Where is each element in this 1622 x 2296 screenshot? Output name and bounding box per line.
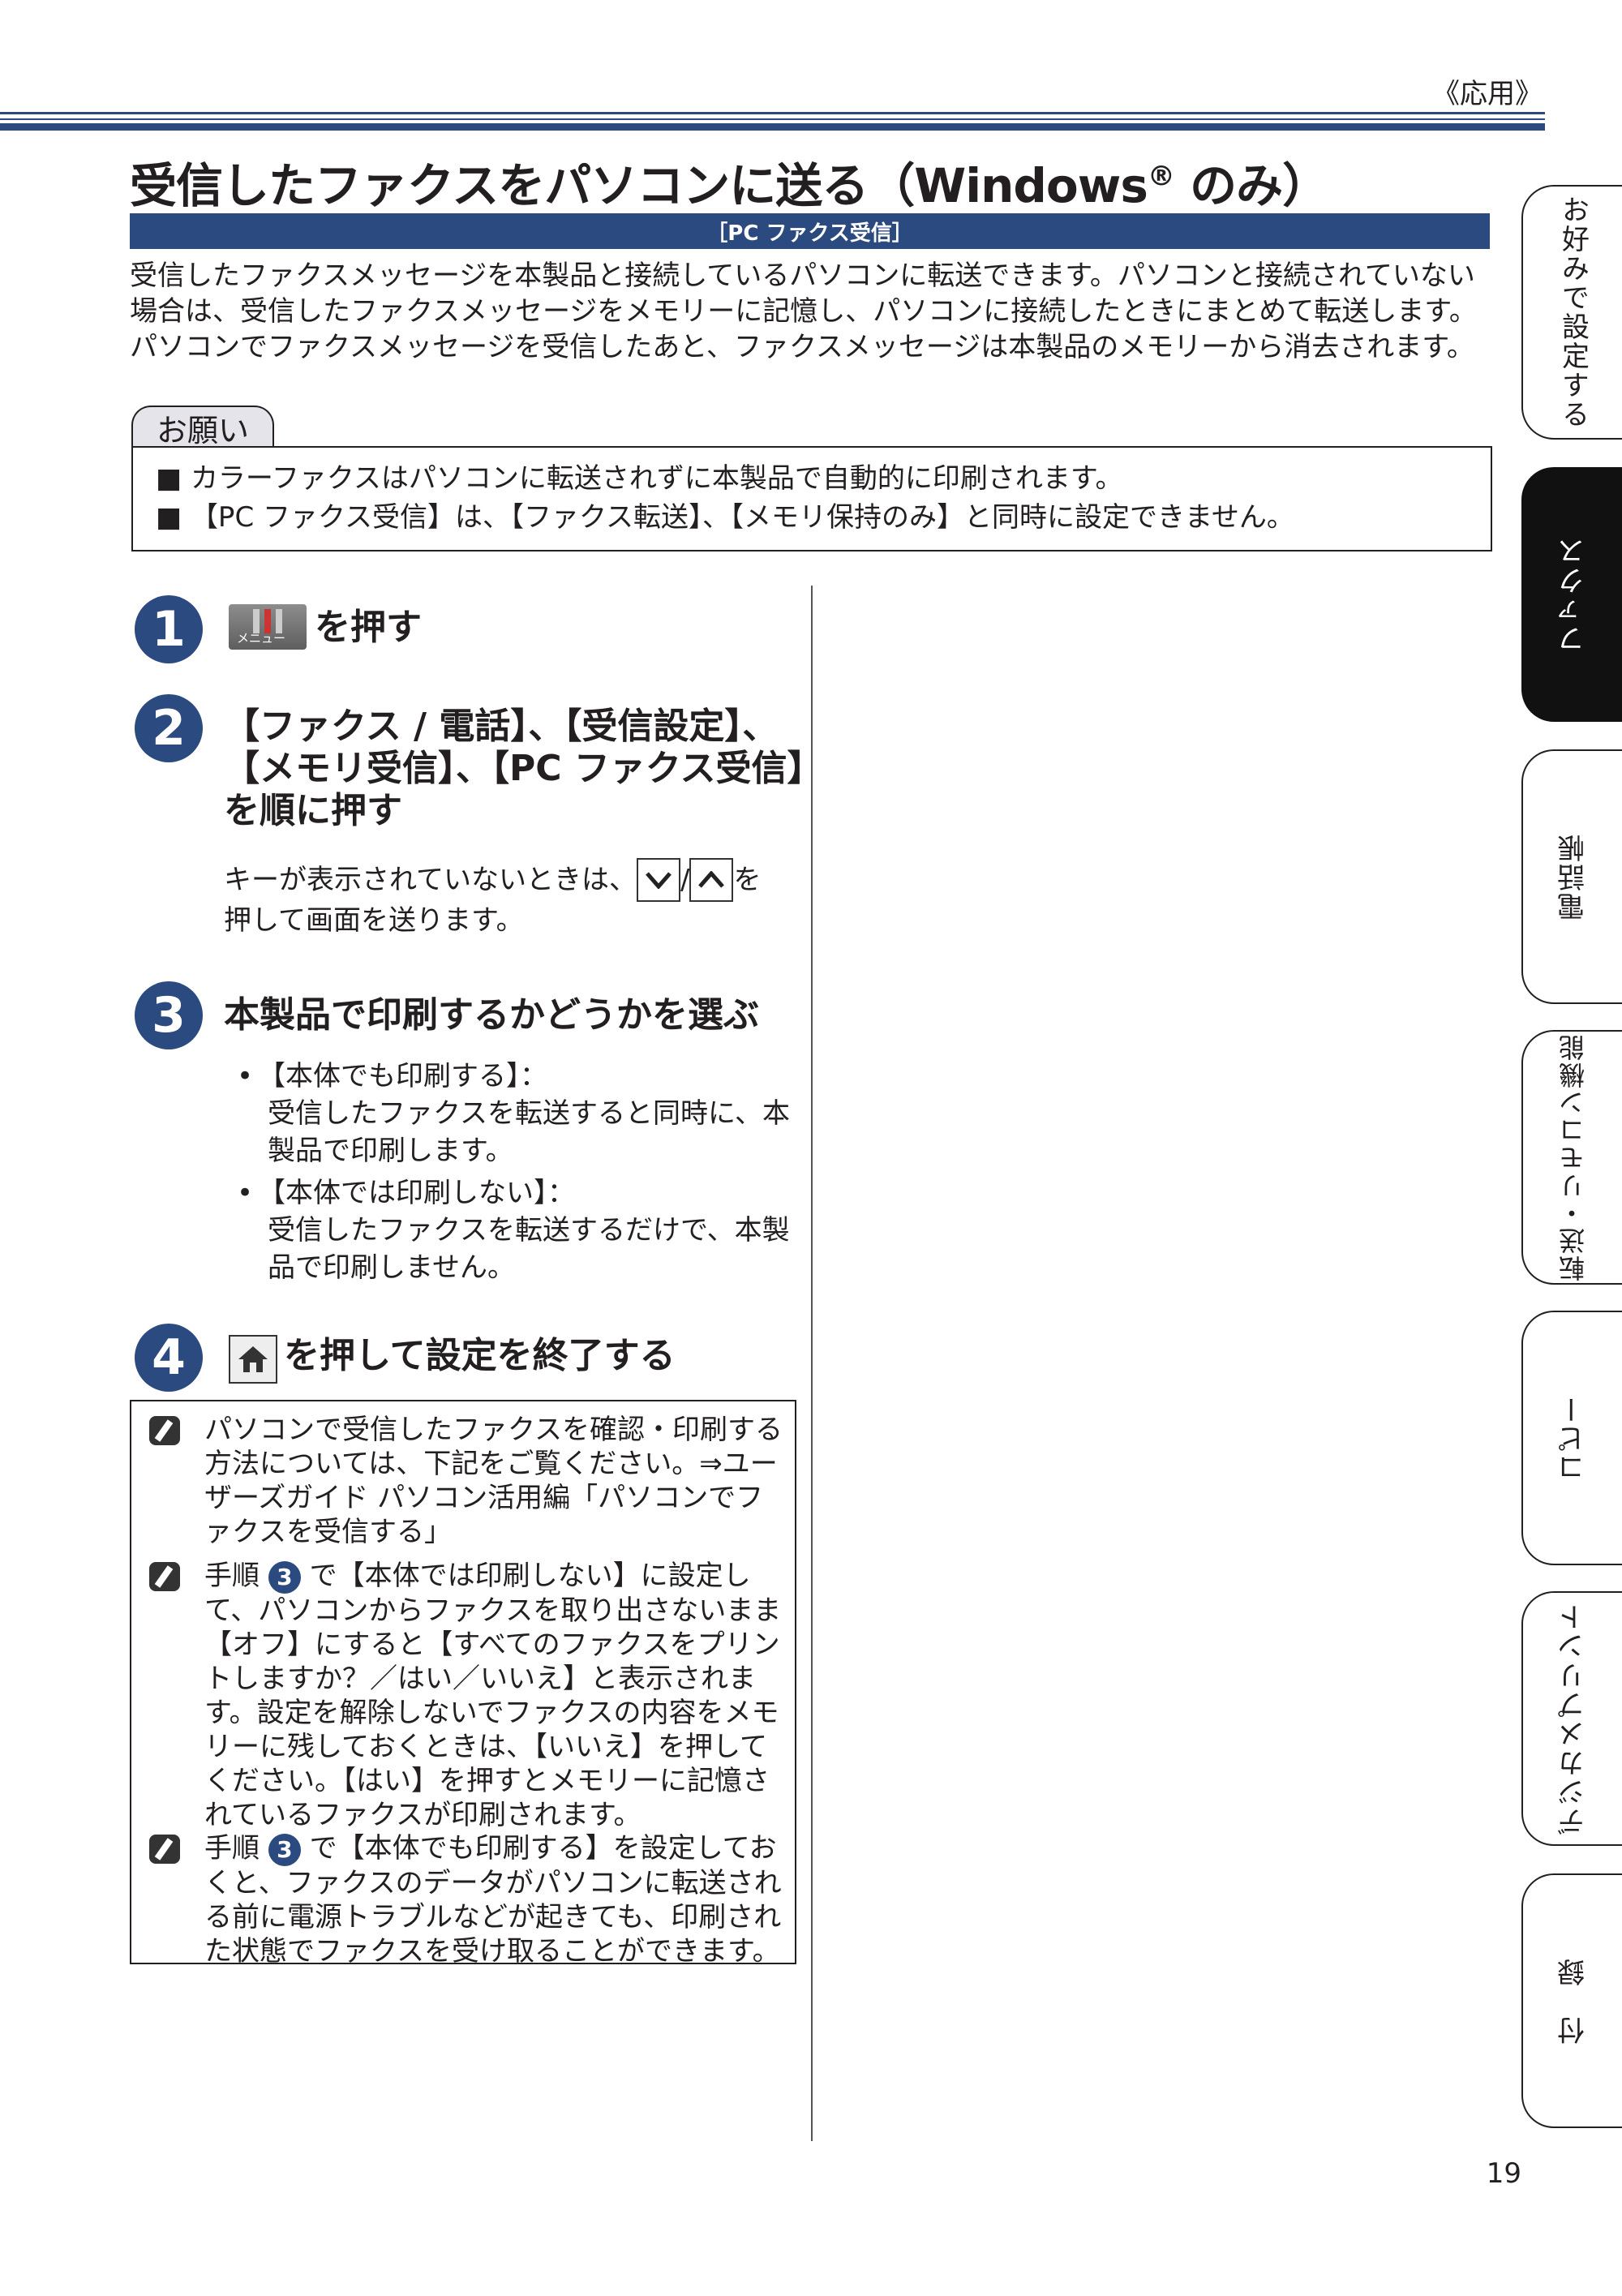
- section-label: 《応用》: [1432, 78, 1543, 110]
- print-options: 【本体でも印刷する】： 受信したファクスを転送すると同時に、本 製品で印刷します…: [234, 1058, 801, 1291]
- home-key-icon: [229, 1335, 277, 1384]
- option-item: 【本体でも印刷する】： 受信したファクスを転送すると同時に、本 製品で印刷します…: [234, 1058, 801, 1169]
- note-item: 【PC ファクス受信】は、【ファクス転送】、【メモリ保持のみ】と同時に設定できま…: [156, 498, 1294, 537]
- pencil-icon: [149, 1562, 180, 1591]
- step-number: 2: [135, 694, 203, 762]
- page-title: 受信したファクスをパソコンに送る（Windows® のみ）: [130, 158, 1329, 213]
- header-rule: [0, 112, 1545, 114]
- note-item: カラーファクスはパソコンに転送されずに本製品で自動的に印刷されます。: [156, 459, 1294, 498]
- step-text: 【ファクス / 電話】、【受信設定】、 【メモリ受信】、【PC ファクス受信】 …: [224, 706, 823, 831]
- intro-paragraph: 受信したファクスメッセージを本製品と接続しているパソコンに転送できます。パソコン…: [130, 260, 1477, 363]
- note-tab: お願い: [131, 406, 274, 448]
- header-rule: [0, 123, 1545, 131]
- step-number: 3: [135, 981, 203, 1049]
- page-number: 19: [1486, 2157, 1521, 2190]
- side-tab-fax[interactable]: ファクス: [1521, 467, 1622, 722]
- side-tab-phonebook[interactable]: 電話帳: [1521, 749, 1622, 1004]
- step-number: 1: [135, 595, 203, 663]
- side-tab-preferences[interactable]: お好みで設定する: [1521, 185, 1622, 440]
- note-box: カラーファクスはパソコンに転送されずに本製品で自動的に印刷されます。 【PC フ…: [131, 446, 1492, 551]
- step-ref-icon: 3: [268, 1833, 301, 1866]
- side-tab-photo-print[interactable]: デジカメプリント: [1521, 1591, 1622, 1846]
- scroll-up-key-icon: [689, 858, 734, 902]
- step-number: 4: [135, 1324, 203, 1392]
- menu-key-icon: メニュー: [229, 604, 307, 650]
- option-item: 【本体では印刷しない】： 受信したファクスを転送するだけで、本製 品で印刷しませ…: [234, 1174, 801, 1286]
- step-text: を押して設定を終了する: [284, 1335, 676, 1376]
- step-text: 本製品で印刷するかどうかを選ぶ: [224, 994, 759, 1036]
- pencil-icon: [149, 1416, 180, 1445]
- side-tab-appendix[interactable]: 付 録: [1521, 1873, 1622, 2128]
- pencil-icon: [149, 1835, 180, 1864]
- side-tab-copy[interactable]: コピー: [1521, 1311, 1622, 1565]
- scroll-down-key-icon: [636, 858, 680, 902]
- step-ref-icon: 3: [268, 1560, 301, 1594]
- feature-banner: ［PC ファクス受信］: [130, 213, 1490, 249]
- memo-box: パソコンで受信したファクスを確認・印刷する方法については、下記をご覧ください。⇒…: [130, 1400, 796, 1968]
- step-text: を押す: [315, 607, 422, 648]
- menu-key-label: メニュー: [237, 631, 286, 646]
- side-tab-forward-remote[interactable]: 転送・ リモコン機能: [1521, 1030, 1622, 1285]
- step-hint: キーが表示されていないときは、 / を 押して画面を送ります。: [224, 858, 800, 939]
- header-rule: [0, 118, 1545, 120]
